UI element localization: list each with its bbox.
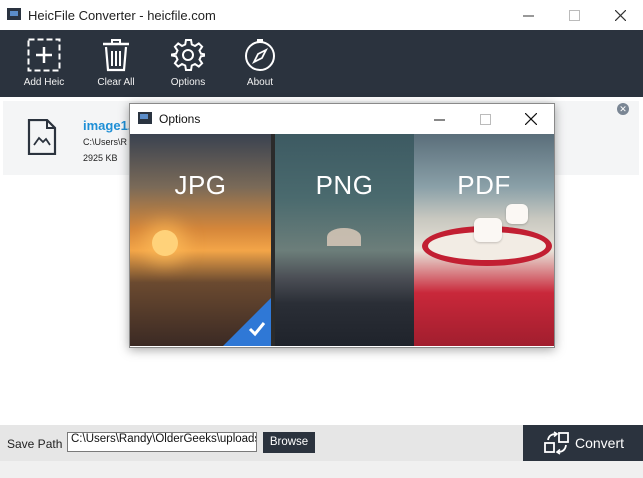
save-path-label: Save Path	[7, 437, 63, 451]
convert-button[interactable]: Convert	[523, 425, 643, 461]
options-label: Options	[170, 77, 206, 88]
sunset-image	[152, 230, 178, 256]
options-button[interactable]: Options	[153, 30, 223, 97]
file-path: C:\Users\R	[83, 137, 128, 147]
browse-button[interactable]: Browse	[263, 432, 315, 453]
status-strip	[0, 461, 643, 478]
dialog-maximize-button[interactable]	[462, 104, 508, 134]
add-icon	[27, 38, 61, 72]
minimize-icon	[522, 15, 534, 16]
bottom-bar: Save Path C:\Users\Randy\OlderGeeks\uplo…	[0, 425, 643, 461]
format-jpg-tile[interactable]: JPG	[130, 134, 271, 346]
window-title: HeicFile Converter - heicfile.com	[28, 8, 216, 23]
app-icon	[138, 112, 152, 124]
save-path-input[interactable]: C:\Users\Randy\OlderGeeks\uploads	[67, 432, 257, 452]
file-name: image1.	[83, 118, 132, 133]
checkmark-icon	[248, 322, 266, 337]
clear-all-button[interactable]: Clear All	[81, 30, 151, 97]
about-button[interactable]: About	[225, 30, 295, 97]
dialog-close-button[interactable]	[508, 104, 554, 134]
gear-icon	[171, 39, 205, 71]
options-dialog: Options JPG PNG PDF	[129, 103, 555, 348]
image-file-icon	[27, 119, 57, 155]
file-size: 2925 KB	[83, 153, 118, 163]
maximize-icon	[479, 113, 491, 125]
toolbar: Add Heic Clear All Options About	[0, 30, 643, 97]
selected-badge	[223, 298, 271, 346]
maximize-button[interactable]	[551, 0, 597, 30]
dialog-title: Options	[159, 112, 201, 126]
marshmallow-image	[474, 218, 502, 242]
marshmallow-image	[506, 204, 528, 224]
format-jpg-label: JPG	[174, 170, 227, 200]
add-heic-label: Add Heic	[23, 77, 65, 88]
format-pdf-label: PDF	[457, 170, 511, 200]
maximize-icon	[568, 9, 580, 21]
trash-icon	[103, 39, 129, 72]
dialog-minimize-button[interactable]	[416, 104, 462, 134]
close-button[interactable]	[597, 0, 643, 30]
format-png-label: PNG	[315, 170, 374, 200]
format-options: JPG PNG PDF	[130, 134, 554, 346]
moon-image	[327, 228, 361, 246]
minimize-button[interactable]	[505, 0, 551, 30]
clear-all-label: Clear All	[97, 77, 135, 88]
title-bar: HeicFile Converter - heicfile.com	[0, 0, 643, 30]
minimize-icon	[433, 119, 445, 120]
about-label: About	[246, 77, 274, 88]
compass-icon	[245, 39, 275, 71]
dialog-title-bar: Options	[130, 104, 554, 134]
close-icon: ✕	[619, 104, 627, 114]
remove-file-button[interactable]: ✕	[617, 103, 629, 115]
format-pdf-tile[interactable]: PDF	[414, 134, 554, 346]
close-icon	[614, 9, 626, 21]
convert-icon	[544, 431, 569, 455]
add-heic-button[interactable]: Add Heic	[9, 30, 79, 97]
convert-label: Convert	[575, 435, 625, 451]
format-png-tile[interactable]: PNG	[275, 134, 414, 346]
app-icon	[7, 8, 21, 20]
close-icon	[525, 113, 537, 125]
